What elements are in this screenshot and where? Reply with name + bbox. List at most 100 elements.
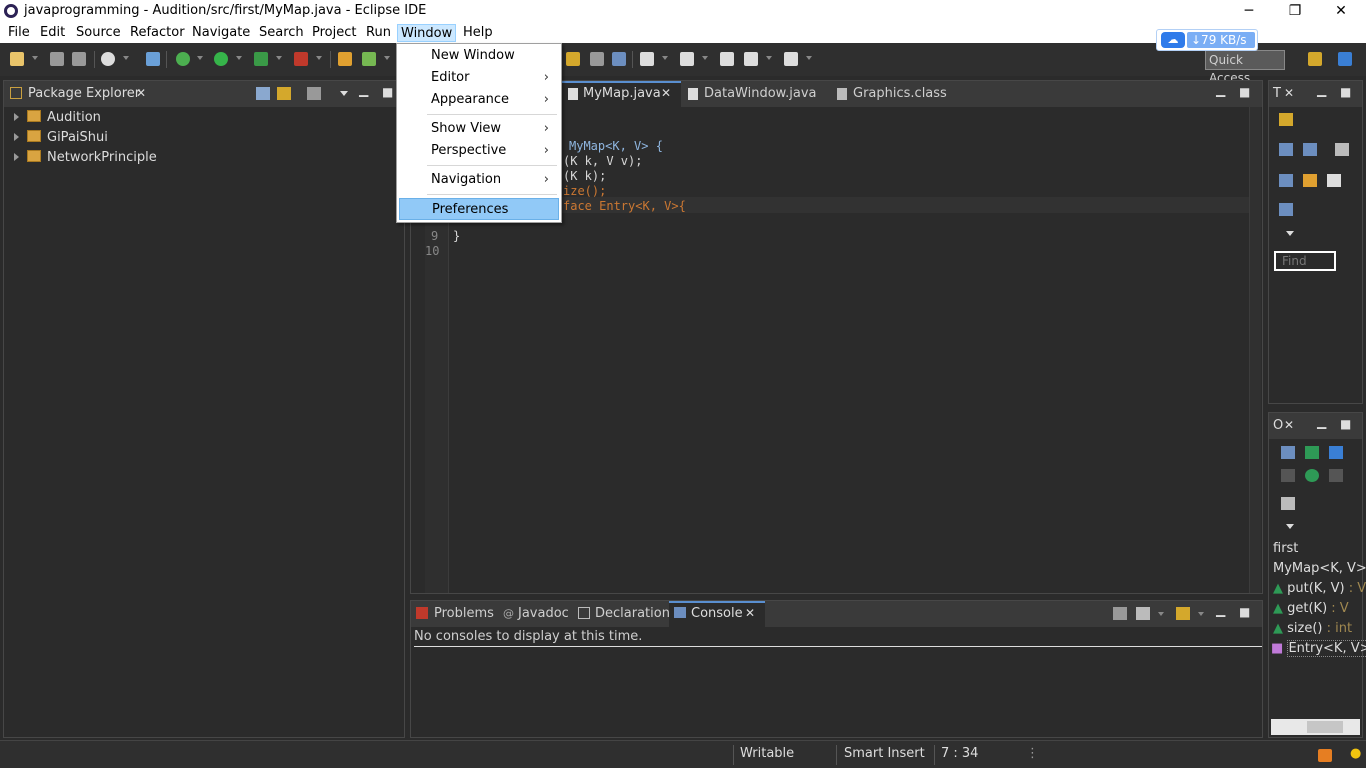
- collapse-all-icon[interactable]: [1327, 174, 1341, 187]
- show-whitespace-icon[interactable]: [612, 52, 626, 66]
- menu-run[interactable]: Run: [363, 24, 394, 42]
- outline-item-package[interactable]: first: [1273, 539, 1298, 559]
- view-menu-icon[interactable]: [1286, 231, 1294, 236]
- outline-item-method[interactable]: ▲ size() : int: [1273, 619, 1352, 639]
- menu-navigate[interactable]: Navigate: [189, 24, 253, 42]
- filter-icon[interactable]: [1335, 143, 1349, 156]
- task-list-title[interactable]: T: [1273, 86, 1281, 101]
- rss-icon[interactable]: [1318, 749, 1332, 762]
- external-tools-icon[interactable]: [294, 52, 308, 66]
- scrollbar-thumb[interactable]: [1307, 721, 1343, 733]
- focus-on-workweek-icon[interactable]: [1303, 174, 1317, 187]
- tab-problems[interactable]: Problems: [434, 606, 494, 621]
- tree-item-audition[interactable]: Audition: [14, 108, 101, 128]
- close-tab-icon[interactable]: ✕: [1284, 86, 1294, 100]
- quick-access-input[interactable]: Quick Access: [1205, 50, 1285, 85]
- new-java-package-icon[interactable]: [338, 52, 352, 66]
- next-annotation-icon[interactable]: [640, 52, 654, 66]
- menu-item-perspective[interactable]: Perspective ›: [399, 140, 559, 162]
- external-tools-dropdown-icon[interactable]: [316, 56, 322, 60]
- minimize-view-icon[interactable]: ▁: [1317, 415, 1326, 429]
- maximize-button[interactable]: ❐: [1272, 0, 1318, 22]
- menu-refactor[interactable]: Refactor: [127, 24, 188, 42]
- save-icon[interactable]: [50, 52, 64, 66]
- previous-annotation-dropdown-icon[interactable]: [702, 56, 708, 60]
- tab-declaration[interactable]: Declaration: [595, 606, 670, 621]
- collapse-all-icon[interactable]: [1281, 446, 1295, 459]
- close-tab-icon[interactable]: ✕: [136, 86, 146, 100]
- profile-icon[interactable]: [101, 52, 115, 66]
- menu-item-editor[interactable]: Editor ›: [399, 67, 559, 89]
- run-icon[interactable]: [214, 52, 228, 66]
- view-menu-icon[interactable]: [340, 91, 348, 96]
- save-all-icon[interactable]: [72, 52, 86, 66]
- display-console-icon[interactable]: [1136, 607, 1150, 620]
- debug-icon[interactable]: [176, 52, 190, 66]
- hide-fields-icon[interactable]: [1329, 446, 1343, 459]
- new-icon[interactable]: [10, 52, 24, 66]
- next-annotation-dropdown-icon[interactable]: [662, 56, 668, 60]
- hide-static-icon[interactable]: [1281, 469, 1295, 482]
- code-line[interactable]: (K k);: [563, 169, 606, 183]
- menu-item-show-view[interactable]: Show View ›: [399, 118, 559, 140]
- minimize-view-icon[interactable]: ▁: [1216, 603, 1225, 617]
- code-line[interactable]: face Entry<K, V>{: [563, 199, 686, 213]
- menu-item-preferences[interactable]: Preferences: [399, 198, 559, 220]
- new-task-icon[interactable]: [1279, 113, 1293, 126]
- minimize-view-icon[interactable]: ▁: [1317, 83, 1326, 97]
- synchronize-icon[interactable]: [1279, 203, 1293, 216]
- minimize-button[interactable]: ─: [1226, 0, 1272, 22]
- open-perspective-icon[interactable]: [1308, 52, 1322, 66]
- back-icon[interactable]: [744, 52, 758, 66]
- forward-icon[interactable]: [784, 52, 798, 66]
- new-dropdown-icon[interactable]: [32, 56, 38, 60]
- code-line[interactable]: (K k, V v);: [563, 154, 642, 168]
- outline-item-interface[interactable]: MyMap<K, V>: [1273, 559, 1366, 579]
- profile-dropdown-icon[interactable]: [123, 56, 129, 60]
- coverage-icon[interactable]: [254, 52, 268, 66]
- maximize-view-icon[interactable]: ■: [1340, 417, 1351, 431]
- focus-icon[interactable]: [1281, 497, 1295, 510]
- close-tab-icon[interactable]: ✕: [1284, 418, 1294, 432]
- categorize-icon[interactable]: [1279, 143, 1293, 156]
- hide-local-types-icon[interactable]: [1329, 469, 1343, 482]
- menu-item-navigation[interactable]: Navigation ›: [399, 169, 559, 191]
- menu-item-new-window[interactable]: New Window: [399, 45, 559, 67]
- display-console-dropdown-icon[interactable]: [1158, 612, 1164, 616]
- open-type-icon[interactable]: [566, 52, 580, 66]
- tip-bulb-icon[interactable]: ●: [1350, 746, 1361, 761]
- coverage-dropdown-icon[interactable]: [276, 56, 282, 60]
- minimize-view-icon[interactable]: ▁: [359, 83, 368, 97]
- open-console-icon[interactable]: [1113, 607, 1127, 620]
- run-dropdown-icon[interactable]: [236, 56, 242, 60]
- tab-javadoc[interactable]: Javadoc: [518, 606, 569, 621]
- expand-icon[interactable]: [14, 153, 19, 161]
- editor-tab-mymap[interactable]: MyMap.java: [583, 86, 661, 101]
- hide-completed-icon[interactable]: [1279, 174, 1293, 187]
- hide-non-public-icon[interactable]: [1305, 469, 1319, 482]
- editor-tab-graphics[interactable]: Graphics.class: [853, 86, 947, 101]
- maximize-view-icon[interactable]: ■: [1340, 85, 1351, 99]
- tree-item-networkprinciple[interactable]: NetworkPrinciple: [14, 148, 157, 168]
- outline-title[interactable]: O: [1273, 418, 1283, 433]
- java-perspective-icon[interactable]: [1338, 52, 1352, 66]
- find-input[interactable]: Find: [1274, 251, 1336, 271]
- outline-item-method[interactable]: ▲ put(K, V) : V: [1273, 579, 1366, 599]
- close-tab-icon[interactable]: ✕: [661, 86, 671, 100]
- menu-project[interactable]: Project: [309, 24, 359, 42]
- overview-ruler[interactable]: [1249, 107, 1261, 593]
- outline-item-method[interactable]: ▲ get(K) : V: [1273, 599, 1349, 619]
- menu-item-appearance[interactable]: Appearance ›: [399, 89, 559, 111]
- forward-dropdown-icon[interactable]: [806, 56, 812, 60]
- link-with-editor-icon[interactable]: [277, 87, 291, 100]
- menu-search[interactable]: Search: [256, 24, 307, 42]
- skip-breakpoints-icon[interactable]: [146, 52, 160, 66]
- editor-tab-datawindow[interactable]: DataWindow.java: [704, 86, 816, 101]
- outline-item-nested-interface[interactable]: ■ Entry<K, V>: [1271, 639, 1366, 659]
- close-button[interactable]: ✕: [1318, 0, 1364, 22]
- close-tab-icon[interactable]: ✕: [745, 606, 755, 620]
- previous-annotation-icon[interactable]: [680, 52, 694, 66]
- code-line[interactable]: MyMap<K, V> {: [569, 139, 663, 153]
- tab-console[interactable]: Console: [691, 606, 743, 621]
- schedule-icon[interactable]: [1303, 143, 1317, 156]
